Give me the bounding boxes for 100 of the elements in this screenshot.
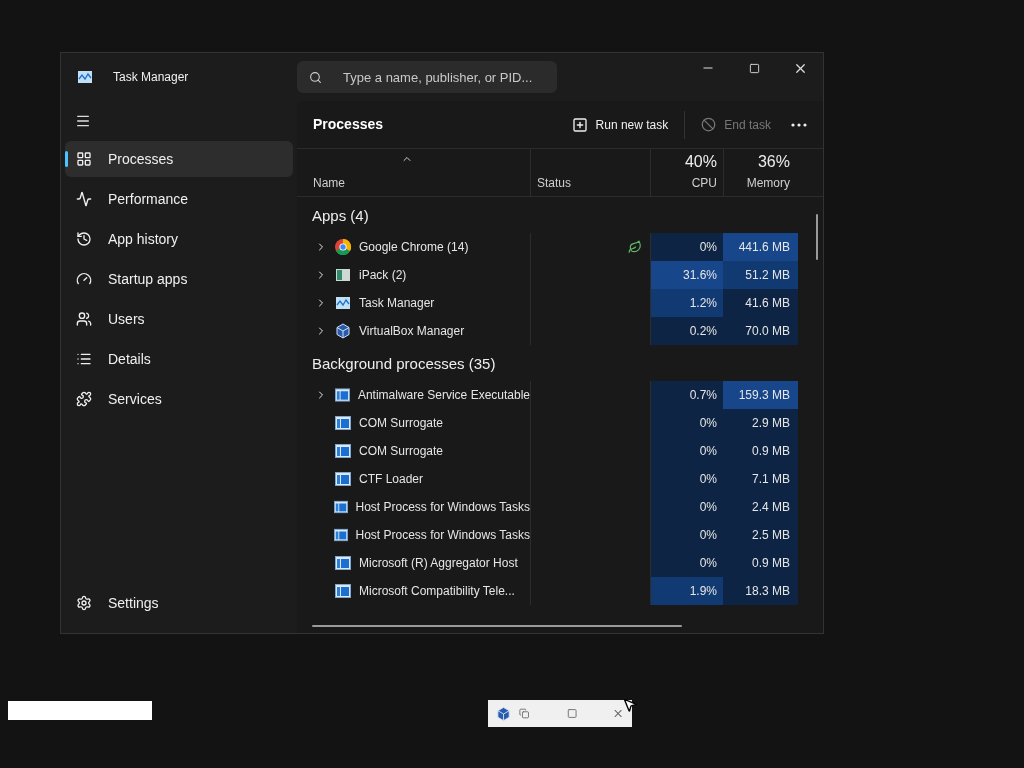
cube-icon [496,705,512,722]
mouse-cursor-icon [622,697,638,713]
puzzle-icon [76,391,92,407]
process-name: Google Chrome (14) [359,239,469,256]
process-name: COM Surrogate [359,443,444,460]
memory-cell: 0.9 MB [723,549,798,577]
memory-cell: 18.3 MB [723,577,798,605]
cpu-cell: 0% [650,437,723,465]
restore-icon[interactable] [519,708,530,719]
more-icon [791,122,807,127]
process-row[interactable]: iPack (2) 31.6% 51.2 MB [312,261,823,289]
page-title: Processes [313,115,384,134]
window-icon [335,556,351,570]
settings-button[interactable]: Settings [65,585,293,621]
memory-total: 36% [757,152,790,172]
process-row[interactable]: Microsoft Compatibility Tele... 1.9% 18.3 MB [312,577,823,605]
process-row[interactable]: COM Surrogate 0% 2.9 MB [312,409,823,437]
window-icon [335,584,351,598]
gauge-icon [76,271,92,287]
process-name: Microsoft (R) Aggregator Host [359,555,518,572]
sidebar-item[interactable]: Startup apps [65,261,293,297]
add-window-icon [571,116,588,133]
cpu-cell: 31.6% [650,261,723,289]
process-row[interactable]: COM Surrogate 0% 0.9 MB [312,437,823,465]
process-name: COM Surrogate [359,415,444,432]
cpu-total: 40% [684,152,717,172]
process-name: Antimalware Service Executable [357,387,530,404]
grid-icon [76,151,92,167]
process-row[interactable]: CTF Loader 0% 7.1 MB [312,465,823,493]
memory-cell: 51.2 MB [723,261,798,289]
sidebar-item[interactable]: Users [65,301,293,337]
cpu-cell: 0% [650,549,723,577]
group-heading: Apps (4) [312,205,370,226]
settings-icon [76,595,92,611]
search-field[interactable]: Type a name, publisher, or PID... [297,61,557,93]
process-row[interactable]: Task Manager 1.2% 41.6 MB [312,289,823,317]
window-icon [335,472,351,486]
cpu-cell: 0% [650,465,723,493]
memory-cell: 70.0 MB [723,317,798,345]
memory-cell: 2.9 MB [723,409,798,437]
chrome-icon [335,239,351,255]
maximize-icon [748,62,760,74]
column-header[interactable]: Memory [746,174,790,192]
pulse-icon [76,191,92,207]
process-row[interactable]: VirtualBox Manager 0.2% 70.0 MB [312,317,823,345]
menu-icon [75,113,91,129]
run-new-task-button[interactable]: Run new task [571,115,681,134]
process-name: iPack (2) [359,267,407,284]
memory-cell: 7.1 MB [723,465,798,493]
memory-cell: 441.6 MB [723,233,798,261]
cpu-cell: 0.2% [650,317,723,345]
window-icon [333,528,348,542]
sidebar-item[interactable]: Services [65,381,293,417]
column-header[interactable]: Name [313,174,345,192]
memory-cell: 159.3 MB [723,381,798,409]
more-button[interactable] [791,122,807,127]
cube-icon [335,323,351,339]
process-name: Host Process for Windows Tasks [355,527,530,544]
group-heading: Background processes (35) [312,353,497,374]
process-name: Task Manager [359,295,435,312]
cpu-cell: 1.2% [650,289,723,317]
process-row[interactable]: Host Process for Windows Tasks 0% 2.5 MB [312,521,823,549]
sidebar-item[interactable]: Processes [65,141,293,177]
sidebar-item[interactable]: Performance [65,181,293,217]
memory-cell: 2.4 MB [723,493,798,521]
process-row[interactable]: Antimalware Service Executable 0.7% 159.3 MB [312,381,823,409]
vertical-scrollbar[interactable] [816,214,818,260]
process-name: Host Process for Windows Tasks [355,499,530,516]
chart-window-icon [335,295,351,311]
list-icon [76,351,92,367]
window-icon [335,444,351,458]
column-header[interactable]: Status [537,174,572,192]
process-name: Microsoft Compatibility Tele... [359,583,515,600]
close-icon[interactable] [611,707,624,720]
process-name: CTF Loader [359,471,424,488]
memory-cell: 2.5 MB [723,521,798,549]
chart-window-icon [77,69,93,85]
horizontal-scrollbar[interactable] [312,625,682,627]
users-icon [76,311,92,327]
cpu-cell: 1.9% [650,577,723,605]
column-header[interactable]: CPU [691,174,717,192]
memory-cell: 41.6 MB [723,289,798,317]
sidebar-item[interactable]: App history [65,221,293,257]
app-icon [335,267,351,283]
process-row[interactable]: Microsoft (R) Aggregator Host 0% 0.9 MB [312,549,823,577]
history-icon [76,231,92,247]
window-title: Task Manager [113,69,189,86]
memory-cell: 0.9 MB [723,437,798,465]
leaf-icon [628,240,642,254]
cpu-cell: 0% [650,233,723,261]
cpu-cell: 0% [650,409,723,437]
sidebar-item[interactable]: Details [65,341,293,377]
window-icon [333,500,348,514]
window-icon [335,416,351,430]
process-row[interactable]: Google Chrome (14) 0% 441.6 MB [312,233,823,261]
window-icon [335,388,350,402]
process-row[interactable]: Host Process for Windows Tasks 0% 2.4 MB [312,493,823,521]
cpu-cell: 0.7% [650,381,723,409]
cpu-cell: 0% [650,493,723,521]
maximize-icon[interactable] [567,708,578,719]
